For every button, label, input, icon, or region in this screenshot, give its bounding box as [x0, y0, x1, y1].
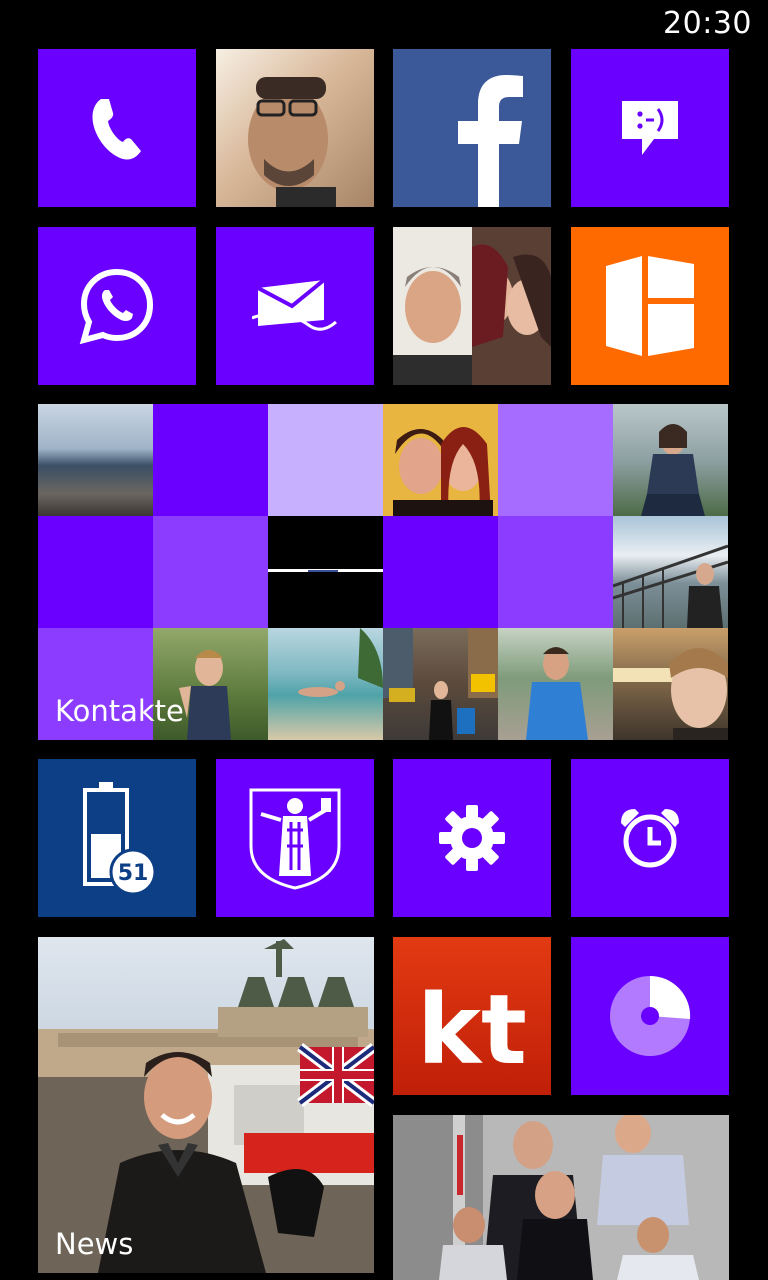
whatsapp-tile[interactable] — [38, 227, 196, 385]
contact-photo-sea — [38, 404, 153, 516]
people-photos — [393, 227, 551, 385]
alarm-clock-icon — [621, 809, 679, 868]
contact-cell-empty — [498, 516, 613, 628]
contact-photo-times-square — [383, 628, 498, 740]
outlook-mail-tile[interactable] — [216, 227, 374, 385]
contact-cell-empty — [153, 516, 268, 628]
gear-icon — [439, 805, 505, 871]
news-tile[interactable]: News — [38, 937, 374, 1273]
news-tile-label: News — [55, 1227, 134, 1261]
people-photos-tile[interactable] — [393, 227, 551, 385]
munich-coat-of-arms-icon — [249, 788, 341, 890]
contact-photo-two-women — [383, 404, 498, 516]
smiley-message-icon — [622, 101, 678, 155]
phone-icon — [92, 99, 141, 160]
news-photo — [38, 939, 374, 1273]
outlook-mail-icon — [252, 278, 337, 331]
messaging-tile[interactable] — [571, 49, 729, 207]
battery-level-label: 51 — [118, 861, 149, 886]
munich-app-tile[interactable] — [216, 759, 374, 917]
contact-photo-young-man — [613, 628, 728, 740]
alarms-tile[interactable] — [571, 759, 729, 917]
settings-tile[interactable] — [393, 759, 551, 917]
profile-photo — [248, 77, 336, 207]
status-clock: 20:30 — [663, 6, 752, 41]
kt-logo: kt — [417, 974, 527, 1086]
contact-photo-woman-sitting — [613, 404, 728, 516]
contact-cell-empty — [153, 404, 268, 516]
contact-cell-empty — [498, 404, 613, 516]
contacts-hub-tile[interactable]: Kontakte — [38, 404, 728, 740]
contacts-tile-label: Kontakte — [55, 694, 184, 728]
contact-cell-empty — [268, 516, 383, 628]
kt-logo-text: kt — [417, 974, 527, 1086]
kicker-tile[interactable]: kt — [393, 937, 551, 1095]
contact-cell-empty — [383, 516, 498, 628]
profile-photo-tile[interactable] — [216, 49, 374, 207]
office-tile[interactable] — [571, 227, 729, 385]
whatsapp-icon — [79, 268, 154, 344]
contact-cell-empty — [38, 516, 153, 628]
contact-photo-beach — [268, 628, 383, 740]
sports-crowd-photo — [393, 1115, 729, 1280]
contact-photo-man-blue-shirt — [498, 628, 613, 740]
battery-tile[interactable]: 51 — [38, 759, 196, 917]
facebook-icon — [458, 75, 523, 207]
pie-chart-icon — [610, 975, 691, 1056]
battery-icon: 51 — [83, 782, 157, 896]
facebook-tile[interactable] — [393, 49, 551, 207]
sports-photo-tile[interactable] — [393, 1115, 729, 1280]
contact-cell-empty — [268, 404, 383, 516]
contact-photo-mountain-view — [613, 516, 728, 628]
office-icon — [606, 256, 694, 356]
data-sense-tile[interactable] — [571, 937, 729, 1095]
phone-tile[interactable] — [38, 49, 196, 207]
